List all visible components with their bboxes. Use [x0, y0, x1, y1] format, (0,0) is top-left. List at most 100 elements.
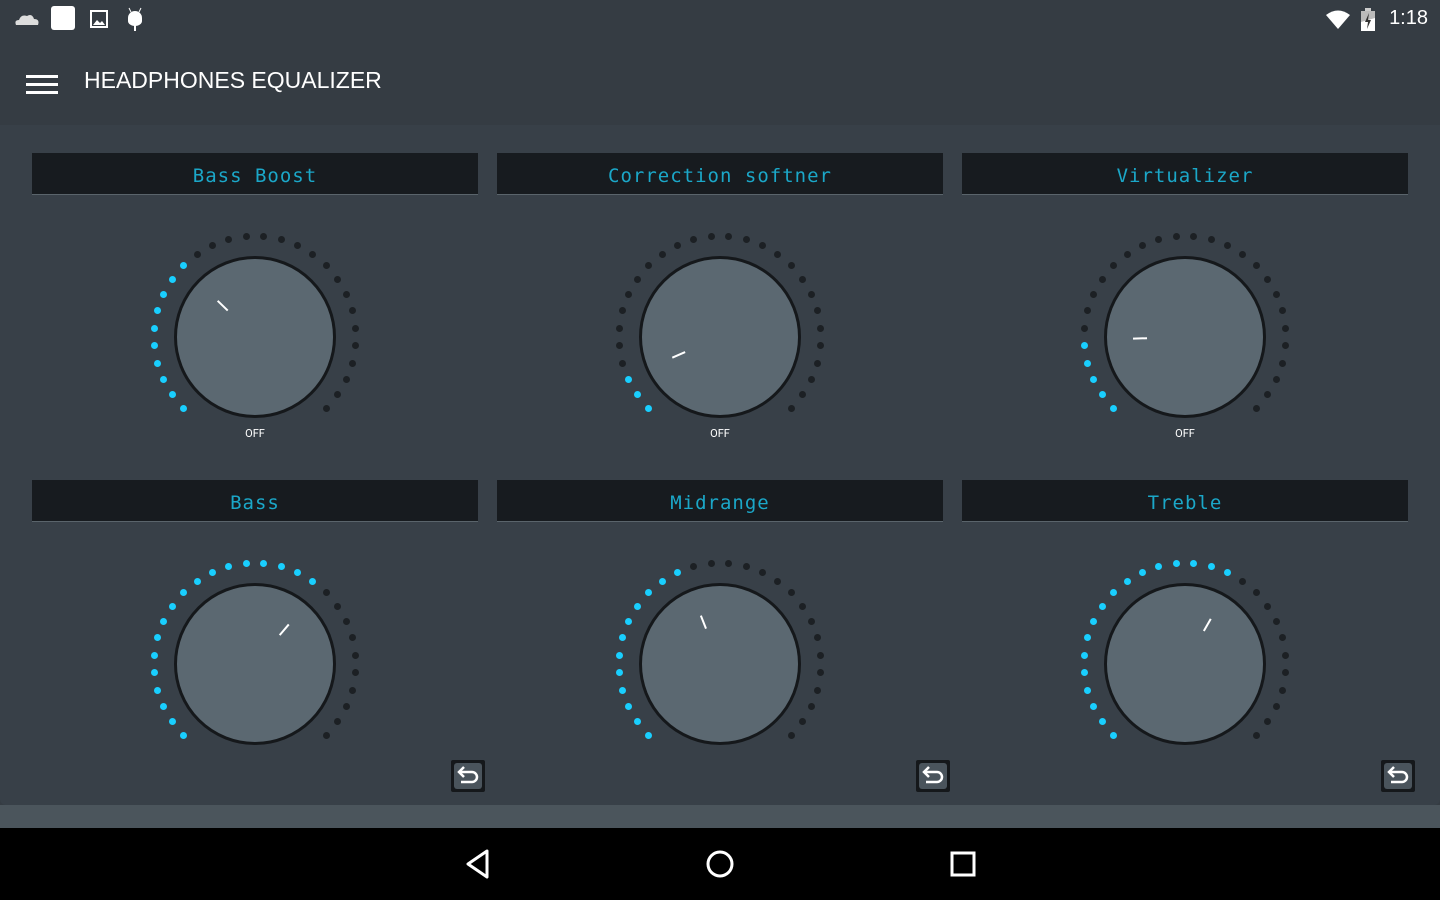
bass-knob[interactable]	[174, 583, 336, 745]
midrange-level-dot	[615, 651, 623, 659]
back-icon[interactable]	[460, 846, 496, 882]
virtualizer-level-dot	[1110, 404, 1118, 412]
treble-reset-button[interactable]	[1381, 760, 1415, 792]
correction-softner-level-dot	[799, 275, 807, 283]
midrange-level-dot	[673, 568, 681, 576]
virtualizer-label: Virtualizer	[962, 153, 1408, 195]
correction-softner-state: OFF	[710, 427, 730, 440]
undo-icon	[1387, 766, 1409, 784]
midrange-level-dot	[645, 731, 653, 739]
virtualizer-level-dot	[1279, 359, 1287, 367]
bass-level-dot	[277, 562, 285, 570]
bass-level-dot	[334, 602, 342, 610]
midrange-level-dot	[742, 562, 750, 570]
correction-softner-level-dot	[645, 404, 653, 412]
correction-softner-level-dot	[673, 241, 681, 249]
treble-level-dot	[1098, 602, 1106, 610]
menu-icon[interactable]	[26, 75, 58, 97]
bass-boost-level-dot	[334, 275, 342, 283]
clock: 1:18	[1389, 7, 1428, 29]
bass-boost-level-dot	[322, 262, 330, 270]
bass-level-dot	[343, 617, 351, 625]
bass-level-dot	[153, 686, 161, 694]
bass-boost-level-dot	[349, 359, 357, 367]
bass-level-dot	[352, 651, 360, 659]
treble-knob[interactable]	[1104, 583, 1266, 745]
image-icon	[90, 10, 108, 28]
bass-boost-level-dot	[193, 250, 201, 258]
undo-icon	[922, 766, 944, 784]
correction-softner-level-dot	[658, 250, 666, 258]
battery-charging-icon	[1361, 8, 1375, 31]
correction-softner-level-dot	[618, 359, 626, 367]
midrange-level-dot	[618, 686, 626, 694]
treble-level-dot	[1138, 568, 1146, 576]
correction-softner-level-dot	[808, 290, 816, 298]
treble-level-dot	[1110, 731, 1118, 739]
page-title: HEADPHONES EQUALIZER	[84, 67, 382, 93]
virtualizer-level-dot	[1080, 324, 1088, 332]
cloud-icon	[15, 15, 39, 25]
correction-softner-level-dot	[624, 290, 632, 298]
midrange-level-dot	[624, 617, 632, 625]
bass-level-dot	[159, 617, 167, 625]
bass-boost-level-dot	[150, 324, 158, 332]
virtualizer-level-dot	[1252, 404, 1260, 412]
treble-level-dot	[1089, 617, 1097, 625]
virtualizer-level-dot	[1089, 290, 1097, 298]
midrange-reset-button[interactable]	[916, 760, 950, 792]
treble-level-dot	[1252, 589, 1260, 597]
android-icon	[128, 7, 142, 31]
bass-label: Bass	[32, 480, 478, 522]
treble-label: Treble	[962, 480, 1408, 522]
square-notification-icon	[51, 6, 75, 30]
knob-pointer	[1107, 334, 1263, 341]
bass-boost-level-dot	[277, 235, 285, 243]
bass-level-dot	[208, 568, 216, 576]
virtualizer-level-dot	[1207, 235, 1215, 243]
correction-softner-knob[interactable]	[639, 256, 801, 418]
midrange-level-dot	[633, 602, 641, 610]
treble-level-dot	[1080, 651, 1088, 659]
treble-level-dot	[1172, 559, 1180, 567]
treble-level-dot	[1123, 577, 1131, 585]
midrange-level-dot	[707, 559, 715, 567]
knob-pointer	[198, 282, 311, 392]
recents-icon[interactable]	[945, 846, 981, 882]
treble-level-dot	[1273, 617, 1281, 625]
bass-boost-level-dot	[343, 290, 351, 298]
correction-softner-level-dot	[814, 359, 822, 367]
knob-pointer	[1145, 596, 1224, 732]
virtualizer-level-dot	[1083, 359, 1091, 367]
wifi-icon	[1326, 10, 1350, 29]
midrange-level-dot	[799, 602, 807, 610]
virtualizer-level-dot	[1252, 262, 1260, 270]
treble-level-dot	[1264, 602, 1272, 610]
bass-level-dot	[322, 589, 330, 597]
midrange-label: Midrange	[497, 480, 943, 522]
bass-level-dot	[150, 651, 158, 659]
virtualizer-level-dot	[1264, 275, 1272, 283]
bass-boost-state: OFF	[245, 427, 265, 440]
bass-level-dot	[168, 602, 176, 610]
virtualizer-level-dot	[1172, 232, 1180, 240]
home-icon[interactable]	[702, 846, 738, 882]
midrange-knob[interactable]	[639, 583, 801, 745]
correction-softner-level-dot	[707, 232, 715, 240]
midrange-level-dot	[814, 686, 822, 694]
knob-pointer	[690, 591, 749, 737]
bass-reset-button[interactable]	[451, 760, 485, 792]
undo-icon	[457, 766, 479, 784]
virtualizer-knob[interactable]	[1104, 256, 1266, 418]
midrange-level-dot	[658, 577, 666, 585]
correction-softner-level-dot	[633, 275, 641, 283]
status-bar: 1:18	[0, 0, 1440, 40]
bass-boost-level-dot	[159, 290, 167, 298]
bass-level-dot	[180, 731, 188, 739]
bass-boost-knob[interactable]	[174, 256, 336, 418]
app-bar: HEADPHONES EQUALIZER	[0, 40, 1440, 125]
treble-level-dot	[1207, 562, 1215, 570]
knob-pointer	[648, 305, 792, 369]
bass-boost-level-dot	[153, 359, 161, 367]
bass-boost-level-dot	[242, 232, 250, 240]
